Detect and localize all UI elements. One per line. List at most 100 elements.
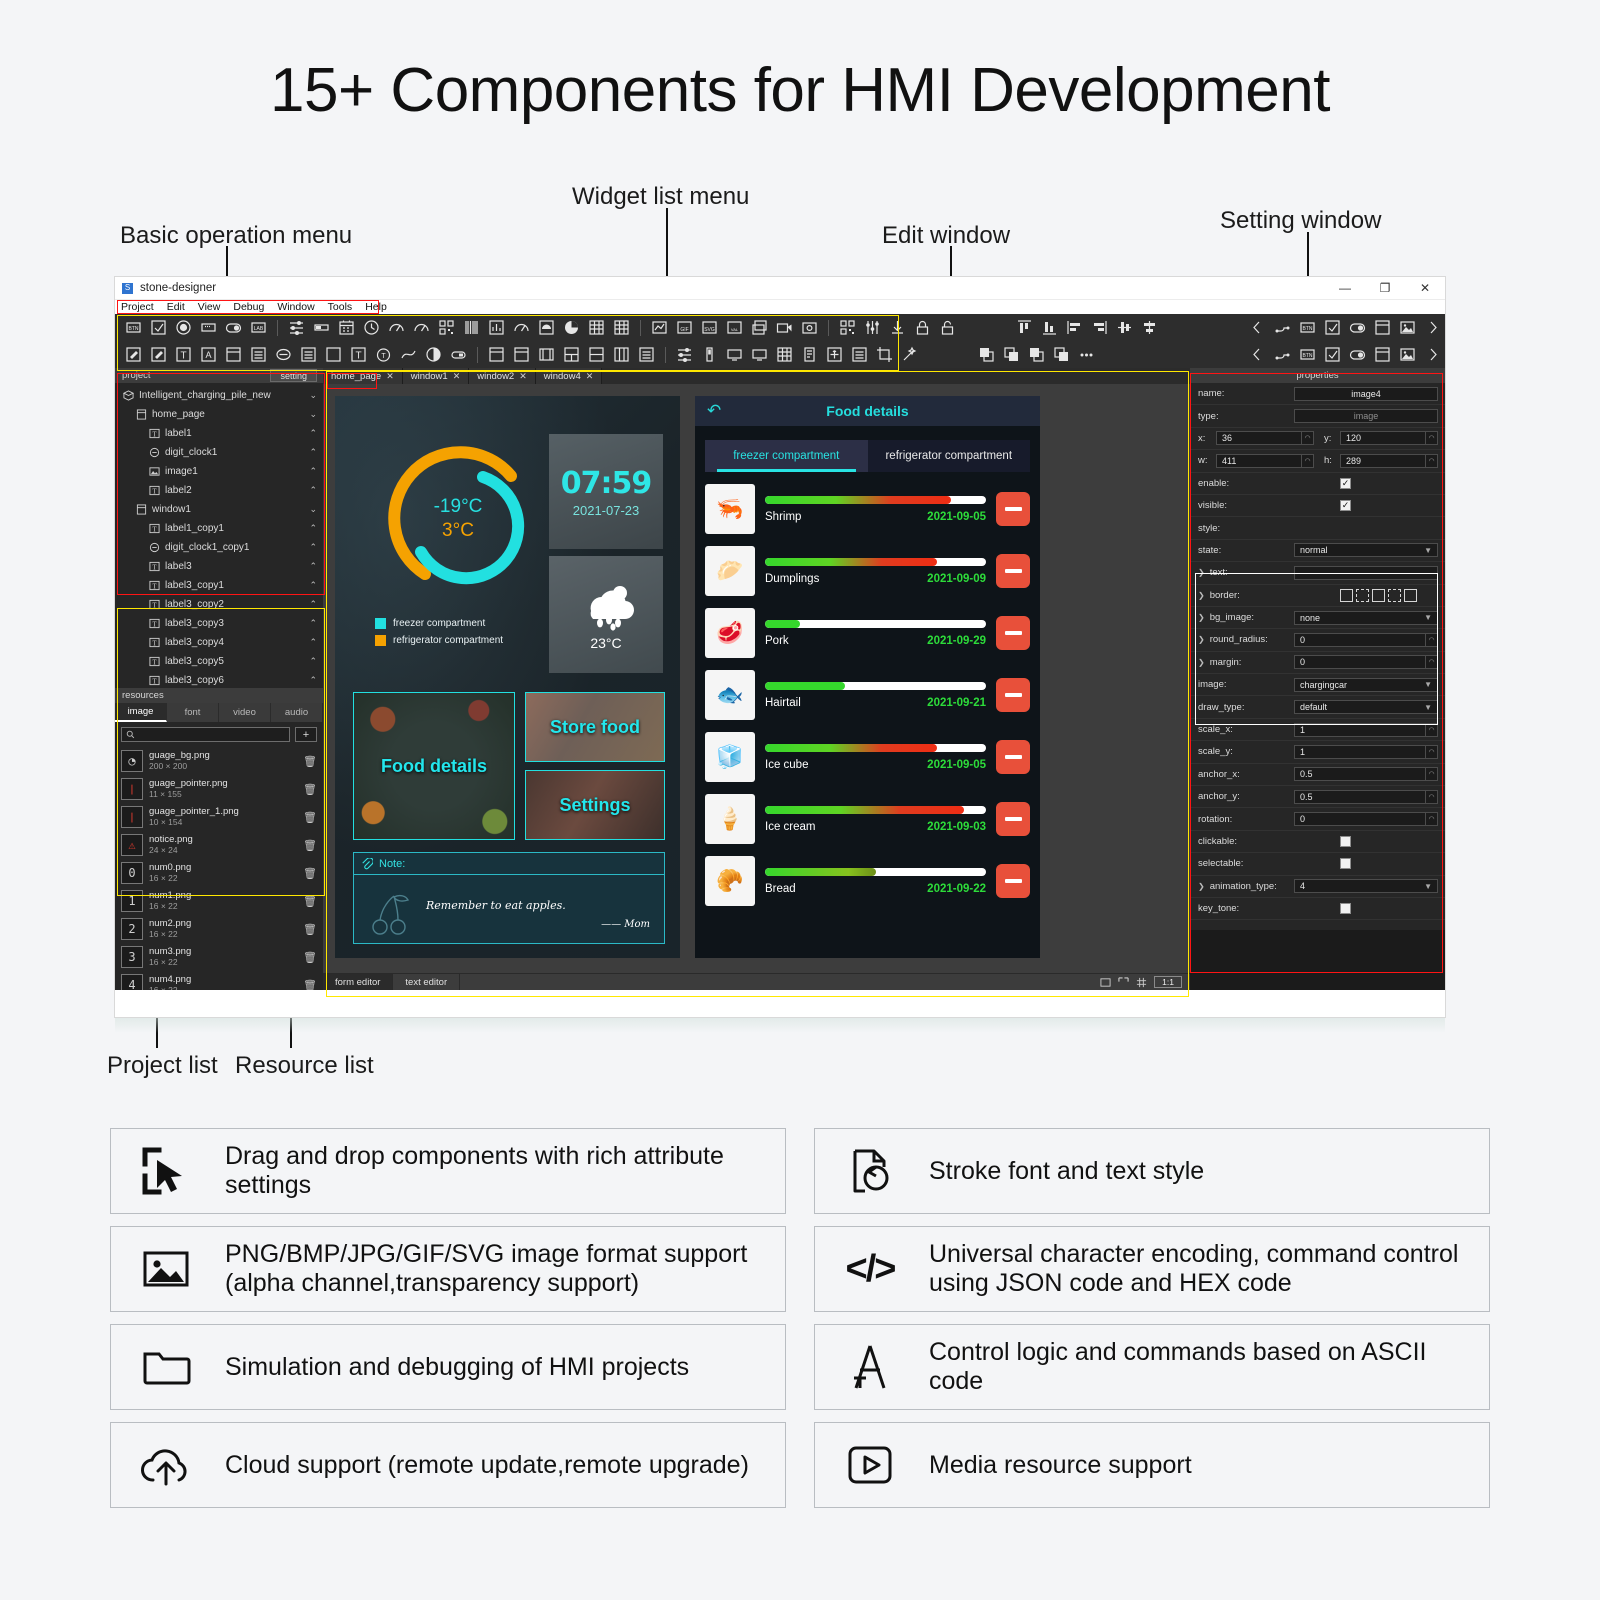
border-style-bottom[interactable] — [1388, 588, 1401, 602]
clipboard-icon[interactable] — [798, 344, 821, 365]
close-tab-icon[interactable]: ✕ — [519, 371, 527, 382]
menu-item-edit[interactable]: Edit — [167, 301, 185, 313]
text-box-icon[interactable]: T — [172, 344, 195, 365]
tree-item-label3_copy4[interactable]: Tlabel3_copy4 ⌃ — [115, 633, 323, 652]
line-chart-icon[interactable] — [648, 317, 671, 338]
close-button[interactable]: ✕ — [1405, 277, 1445, 300]
align-center-horizontal-icon[interactable] — [1138, 317, 1161, 338]
connector-icon[interactable] — [1271, 317, 1294, 338]
lock-open-icon[interactable] — [936, 317, 959, 338]
menu-item-view[interactable]: View — [198, 301, 221, 313]
scan-settings-icon[interactable] — [836, 317, 859, 338]
collapse-icon[interactable] — [1246, 344, 1269, 365]
chevron-icon[interactable]: ⌃ — [309, 466, 317, 477]
menu-item-debug[interactable]: Debug — [233, 301, 264, 313]
editor-tab-bar[interactable]: home_page ✕ window1 ✕ window2 ✕ window4 ✕ — [323, 368, 1190, 384]
remove-food-button[interactable] — [996, 802, 1030, 836]
food-details-screen-preview[interactable]: ↶ Food details freezer compartment refri… — [695, 396, 1040, 958]
delete-resource-icon[interactable]: 🗑 — [303, 923, 317, 936]
chevron-icon[interactable]: ⌃ — [309, 637, 317, 648]
maximize-button[interactable]: ❐ — [1365, 277, 1405, 300]
store-food-card[interactable]: Store food — [525, 692, 665, 762]
remove-food-button[interactable] — [996, 864, 1030, 898]
button-icon[interactable]: BTN — [1296, 344, 1319, 365]
ellipse-icon[interactable] — [272, 344, 295, 365]
chevron-right-icon[interactable]: ❯ — [1198, 613, 1205, 622]
calendar-icon[interactable] — [335, 317, 358, 338]
text-field-icon[interactable]: T — [347, 344, 370, 365]
window-icon[interactable] — [222, 344, 245, 365]
food-item-row[interactable]: 🦐 Shrimp 2021-09-05 — [705, 478, 1030, 540]
delete-resource-icon[interactable]: 🗑 — [303, 839, 317, 852]
align-right-icon[interactable] — [1088, 317, 1111, 338]
close-tab-icon[interactable]: ✕ — [453, 371, 461, 382]
film-icon[interactable] — [535, 344, 558, 365]
chevron-icon[interactable]: ⌃ — [309, 485, 317, 496]
checkbox-key-tone[interactable] — [1340, 903, 1351, 915]
send-back-icon[interactable] — [1000, 344, 1023, 365]
chevron-icon[interactable]: ⌃ — [309, 656, 317, 667]
lock-closed-icon[interactable] — [911, 317, 934, 338]
tree-item-home_page[interactable]: home_page ⌄ — [115, 405, 323, 424]
delete-resource-icon[interactable]: 🗑 — [303, 867, 317, 880]
list-icon[interactable] — [247, 344, 270, 365]
close-tab-icon[interactable]: ✕ — [386, 371, 394, 382]
camera-icon[interactable] — [798, 317, 821, 338]
checkbox-selectable[interactable] — [1340, 858, 1351, 870]
chevron-icon[interactable]: ⌃ — [309, 428, 317, 439]
resource-item[interactable]: ❘ guage_pointer_1.png 10 × 154 🗑 — [115, 803, 323, 831]
editor-tab-home_page[interactable]: home_page ✕ — [323, 368, 403, 384]
meter-icon[interactable] — [385, 317, 408, 338]
image-group-icon[interactable] — [748, 317, 771, 338]
property-input-anchor-x[interactable]: 0.5 — [1294, 767, 1426, 782]
back-arrow-icon[interactable]: ↶ — [707, 401, 721, 421]
circle-gauge-icon[interactable] — [510, 317, 533, 338]
label-icon[interactable]: LAB — [247, 317, 270, 338]
download-icon[interactable] — [886, 317, 909, 338]
delete-resource-icon[interactable]: 🗑 — [303, 951, 317, 964]
spinner-icon[interactable]: ◠ — [1426, 744, 1438, 759]
tree-item-label3_copy1[interactable]: Tlabel3_copy1 ⌃ — [115, 576, 323, 595]
checkbox-icon[interactable] — [1321, 317, 1344, 338]
send-backward-icon[interactable] — [1050, 344, 1073, 365]
align-top-icon[interactable] — [1013, 317, 1036, 338]
align-left-icon[interactable] — [1063, 317, 1086, 338]
property-input-scale-x[interactable]: 1 — [1294, 722, 1426, 737]
menu-item-window[interactable]: Window — [277, 301, 314, 313]
columns-icon[interactable] — [610, 344, 633, 365]
spinner-icon[interactable]: ◠ — [1426, 812, 1438, 827]
expand-icon[interactable] — [1421, 344, 1444, 365]
image-icon[interactable] — [1396, 317, 1419, 338]
spinner-icon[interactable]: ◠ — [1302, 453, 1314, 468]
table-icon[interactable] — [585, 317, 608, 338]
editor-tab-window1[interactable]: window1 ✕ — [402, 368, 470, 384]
chevron-down-icon[interactable]: ▼ — [1424, 613, 1432, 622]
equalizer-icon[interactable] — [861, 317, 884, 338]
resource-tab-font[interactable]: font — [167, 703, 219, 722]
resource-item[interactable]: 2 num2.png 16 × 22 🗑 — [115, 915, 323, 943]
compartment-tabs[interactable]: freezer compartment refrigerator compart… — [705, 440, 1030, 472]
chevron-icon[interactable]: ⌃ — [309, 542, 317, 553]
move-icon[interactable] — [823, 344, 846, 365]
spinner-icon[interactable]: ◠ — [1426, 453, 1438, 468]
tree-item-label3_copy2[interactable]: Tlabel3_copy2 ⌃ — [115, 595, 323, 614]
screen-icon[interactable] — [723, 344, 746, 365]
qr-code-icon[interactable] — [435, 317, 458, 338]
spinner-icon[interactable]: ◠ — [1426, 655, 1438, 670]
tree-item-digit_clock1[interactable]: digit_clock1 ⌃ — [115, 443, 323, 462]
chevron-right-icon[interactable]: ❯ — [1198, 568, 1205, 577]
project-tree[interactable]: Intelligent_charging_pile_new ⌄ home_page ⌄… — [115, 383, 323, 688]
bar-chart-icon[interactable] — [485, 317, 508, 338]
tab-freezer-compartment[interactable]: freezer compartment — [705, 440, 868, 472]
border-style-solid[interactable] — [1340, 588, 1353, 602]
align-center-vertical-icon[interactable] — [1113, 317, 1136, 338]
tree-item-label2[interactable]: Tlabel2 ⌃ — [115, 481, 323, 500]
status-tab-form-editor[interactable]: form editor — [323, 974, 394, 990]
tab-refrigerator-compartment[interactable]: refrigerator compartment — [867, 440, 1030, 472]
video-icon[interactable] — [773, 317, 796, 338]
tile-icon[interactable] — [560, 344, 583, 365]
menu-list-icon[interactable] — [848, 344, 871, 365]
switch-icon[interactable] — [1346, 344, 1369, 365]
select-image[interactable]: chargingcar ▼ — [1294, 677, 1438, 692]
chevron-icon[interactable]: ⌃ — [309, 447, 317, 458]
